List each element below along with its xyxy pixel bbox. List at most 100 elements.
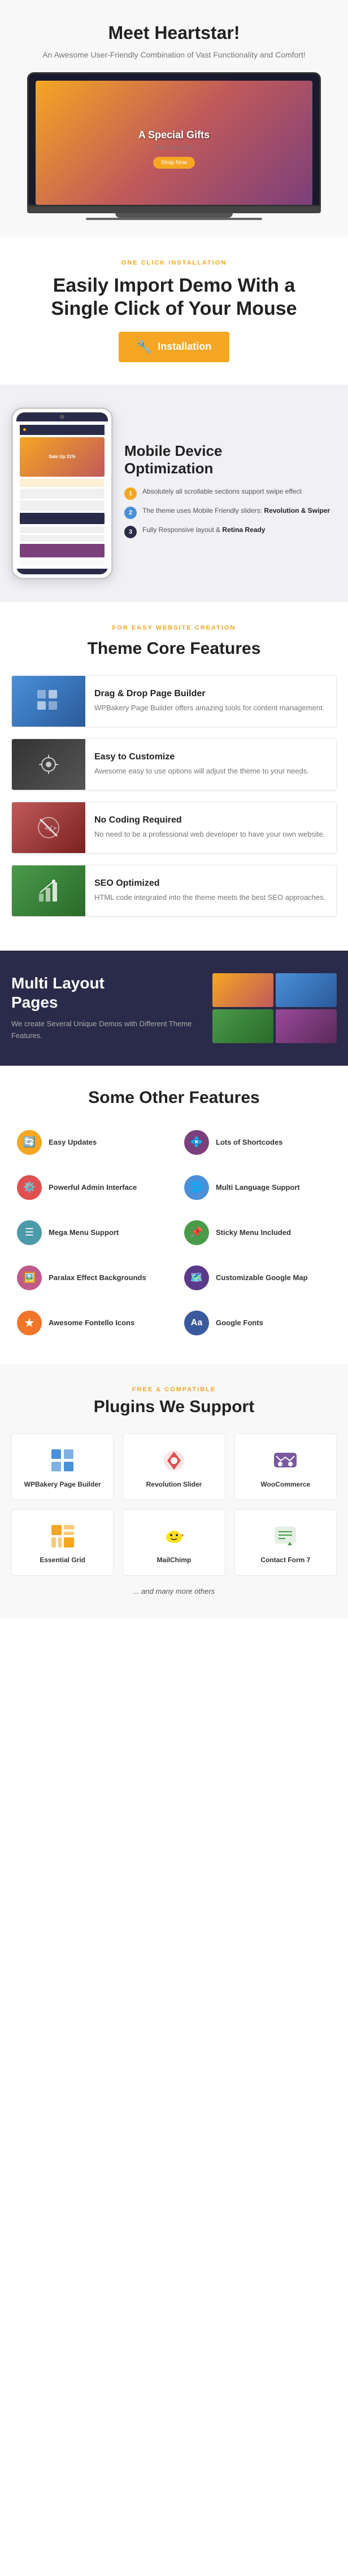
shortcodes-label: Lots of Shortcodes — [216, 1138, 282, 1146]
feature-desc-drag: WPBakery Page Builder offers amazing too… — [94, 702, 327, 714]
plugin-woocommerce: WooCommerce — [234, 1434, 337, 1500]
plugin-cf7: Contact Form 7 — [234, 1509, 337, 1576]
multi-img-4 — [276, 1009, 337, 1043]
feature-img-customize — [12, 739, 85, 790]
mobile-text: Mobile Device Optimization 1 Absolutely … — [124, 442, 337, 544]
easy-updates-icon: 🔄 — [17, 1130, 42, 1155]
one-click-section: ONE CLICK INSTALLATION Easily Import Dem… — [0, 237, 348, 385]
feature-img-nocoding: </> — [12, 802, 85, 853]
cf7-label: Contact Form 7 — [260, 1556, 310, 1564]
plugins-more: ... and many more others — [11, 1587, 337, 1595]
features-grid: 🔄 Easy Updates 💠 Lots of Shortcodes ⚙️ P… — [11, 1124, 337, 1341]
laptop-mockup: A Special Gifts Find Your Gift Shop Now — [27, 72, 321, 220]
feature-desc-seo: HTML code integrated into the theme meet… — [94, 892, 327, 903]
screen-title: A Special Gifts — [138, 129, 210, 141]
feature-title-drag: Drag & Drop Page Builder — [94, 689, 327, 699]
svg-text:</>: </> — [45, 824, 57, 832]
other-features-section: Some Other Features 🔄 Easy Updates 💠 Lot… — [0, 1066, 348, 1364]
feat-item-stickymenu: 📌 Sticky Menu Included — [179, 1215, 337, 1251]
core-label: FOR EASY WEBSITE CREATION — [11, 625, 337, 631]
revolution-label: Revolution Slider — [146, 1480, 202, 1488]
feature-text-3: Fully Responsive layout & Retina Ready — [142, 525, 265, 535]
multi-desc: We create Several Unique Demos with Diff… — [11, 1018, 201, 1042]
woocommerce-icon — [270, 1445, 301, 1476]
googlemap-icon: 🗺️ — [184, 1265, 209, 1290]
feat-item-googlemap: 🗺️ Customizable Google Map — [179, 1260, 337, 1296]
googlefonts-label: Google Fonts — [216, 1318, 263, 1327]
multi-heading: Multi Layout Pages — [11, 974, 201, 1012]
one-click-heading: Easily Import Demo With a Single Click o… — [17, 274, 331, 320]
stickymenu-label: Sticky Menu Included — [216, 1228, 291, 1237]
easy-updates-label: Easy Updates — [49, 1138, 97, 1146]
revolution-icon — [159, 1445, 189, 1476]
feature-title-customize: Easy to Customize — [94, 752, 327, 762]
essential-grid-icon — [47, 1521, 78, 1551]
admin-label: Powerful Admin Interface — [49, 1183, 137, 1192]
plugin-mailchimp: MailChimp — [123, 1509, 225, 1576]
essential-grid-label: Essential Grid — [40, 1556, 85, 1564]
plugins-section: FREE & COMPATIBLE Plugins We Support WPB… — [0, 1364, 348, 1618]
plugin-revolution: Revolution Slider — [123, 1434, 225, 1500]
feat-item-googlefonts: Aa Google Fonts — [179, 1305, 337, 1341]
feat-item-fontello: ★ Awesome Fontello Icons — [11, 1305, 169, 1341]
wpbakery-label: WPBakery Page Builder — [24, 1480, 101, 1488]
feature-desc-customize: Awesome easy to use options will adjust … — [94, 766, 327, 777]
stickymenu-icon: 📌 — [184, 1220, 209, 1245]
feat-item-shortcodes: 💠 Lots of Shortcodes — [179, 1124, 337, 1160]
other-heading: Some Other Features — [11, 1088, 337, 1107]
plugin-wpbakery: WPBakery Page Builder — [11, 1434, 114, 1500]
multi-img-2 — [276, 973, 337, 1007]
mobile-heading: Mobile Device Optimization — [124, 442, 337, 477]
multi-layout-section: Multi Layout Pages We create Several Uni… — [0, 951, 348, 1066]
feature-img-seo — [12, 865, 85, 916]
feature-num-icon-1: 1 — [124, 487, 137, 500]
feature-body-nocoding: No Coding Required No need to be a profe… — [94, 808, 336, 847]
screen-subtitle: Find Your Gift — [138, 143, 210, 153]
feature-title-nocoding: No Coding Required — [94, 815, 327, 825]
install-icon: 🔧 — [137, 340, 152, 354]
megamenu-icon: ☰ — [17, 1220, 42, 1245]
feature-num-icon-2: 2 — [124, 507, 137, 519]
feature-img-drag — [12, 676, 85, 727]
feature-row-customize: Easy to Customize Awesome easy to use op… — [11, 738, 337, 790]
feat-item-easy-updates: 🔄 Easy Updates — [11, 1124, 169, 1160]
multilang-icon: 🌐 — [184, 1175, 209, 1200]
multi-img-1 — [212, 973, 273, 1007]
one-click-label: ONE CLICK INSTALLATION — [17, 260, 331, 266]
core-features-section: FOR EASY WEBSITE CREATION Theme Core Fea… — [0, 602, 348, 951]
multi-images — [212, 973, 337, 1043]
feature-body-seo: SEO Optimized HTML code integrated into … — [94, 872, 336, 910]
feature-body-drag: Drag & Drop Page Builder WPBakery Page B… — [94, 682, 336, 720]
feature-row-drag: Drag & Drop Page Builder WPBakery Page B… — [11, 675, 337, 727]
mobile-section: Sale Up 31% Mobile Device Optimization — [0, 385, 348, 602]
screen-button[interactable]: Shop Now — [153, 157, 195, 169]
feature-text-1: Absolutely all scrollable sections suppo… — [142, 486, 302, 496]
mailchimp-icon — [159, 1521, 189, 1551]
shortcodes-icon: 💠 — [184, 1130, 209, 1155]
plugins-grid: WPBakery Page Builder Revolution Slider — [11, 1434, 337, 1576]
feat-item-multilang: 🌐 Multi Language Support — [179, 1170, 337, 1206]
hero-title: Meet Heartstar! — [11, 23, 337, 43]
install-button[interactable]: 🔧 Installation — [119, 332, 229, 362]
megamenu-label: Mega Menu Support — [49, 1228, 119, 1237]
cf7-icon — [270, 1521, 301, 1551]
plugins-heading: Plugins We Support — [11, 1397, 337, 1417]
feat-item-megamenu: ☰ Mega Menu Support — [11, 1215, 169, 1251]
feature-title-seo: SEO Optimized — [94, 878, 327, 889]
feature-row-seo: SEO Optimized HTML code integrated into … — [11, 865, 337, 917]
feature-text-2: The theme uses Mobile Friendly sliders: … — [142, 505, 330, 516]
plugin-essential-grid: Essential Grid — [11, 1509, 114, 1576]
multilang-label: Multi Language Support — [216, 1183, 300, 1192]
googlefonts-icon: Aa — [184, 1311, 209, 1335]
plugins-label: FREE & COMPATIBLE — [11, 1386, 337, 1393]
mobile-feature-2: 2 The theme uses Mobile Friendly sliders… — [124, 505, 337, 519]
mobile-feature-3: 3 Fully Responsive layout & Retina Ready — [124, 525, 337, 538]
multi-img-3 — [212, 1009, 273, 1043]
parallax-label: Paralax Effect Backgrounds — [49, 1273, 146, 1282]
feature-num-icon-3: 3 — [124, 526, 137, 538]
googlemap-label: Customizable Google Map — [216, 1273, 308, 1282]
wpbakery-icon — [47, 1445, 78, 1476]
feat-item-admin: ⚙️ Powerful Admin Interface — [11, 1170, 169, 1206]
multi-text: Multi Layout Pages We create Several Uni… — [11, 974, 201, 1042]
phone-mockup: Sale Up 31% — [11, 407, 113, 579]
